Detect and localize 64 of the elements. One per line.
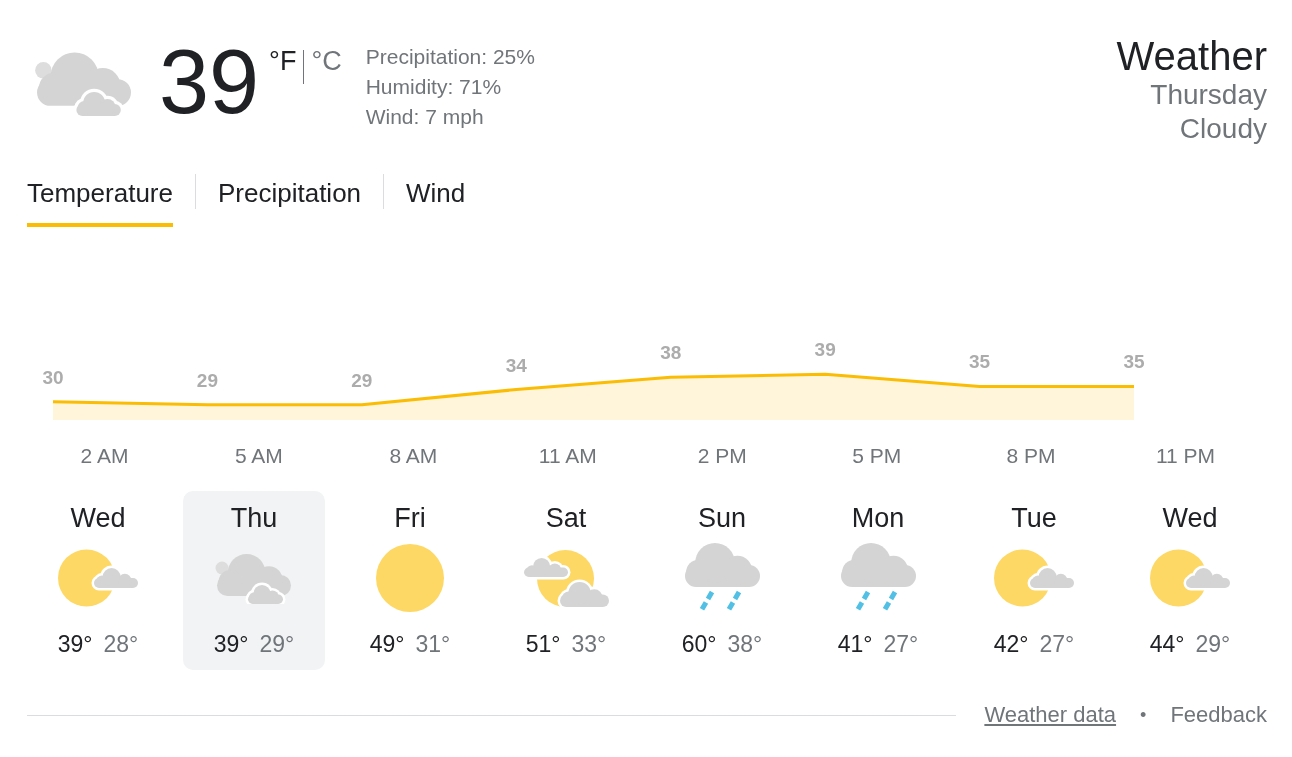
low-temperature: 28° xyxy=(103,630,139,658)
time-label: 2 PM xyxy=(697,443,747,467)
footer-link[interactable]: Feedback xyxy=(1170,700,1267,730)
time-label: 11 PM xyxy=(1155,443,1216,467)
day-name: Wed xyxy=(1162,502,1218,534)
day-label: Thursday xyxy=(1150,78,1267,112)
footer-link[interactable]: Weather data xyxy=(984,700,1117,730)
value-label: 38 xyxy=(660,342,682,364)
current-temperature: 39 xyxy=(159,37,260,127)
widget-title: Weather xyxy=(1116,34,1267,78)
high-temperature: 60° xyxy=(681,630,717,658)
high-temperature: 44° xyxy=(1149,630,1185,658)
high-temperature: 39° xyxy=(57,630,93,658)
time-label: 5 AM xyxy=(235,443,283,467)
clouds-icon xyxy=(214,552,294,604)
sun-clouds-icon xyxy=(523,549,609,607)
high-temperature: 42° xyxy=(993,630,1029,658)
tab[interactable]: Wind xyxy=(406,178,466,227)
weather-detail: Humidity: 71% xyxy=(365,74,503,100)
day-name: Tue xyxy=(1011,502,1057,534)
low-temperature: 38° xyxy=(727,630,763,658)
sun-cloud-icon xyxy=(1150,549,1230,607)
condition-label: Cloudy xyxy=(1179,112,1267,146)
sun-cloud-icon xyxy=(58,549,138,607)
day-name: Thu xyxy=(230,502,278,534)
time-label: 2 AM xyxy=(80,443,129,467)
day-name: Wed xyxy=(70,502,126,534)
weather-detail: Precipitation: 25% xyxy=(365,44,535,70)
value-label: 34 xyxy=(505,354,527,376)
day-card[interactable]: Thu 39° 29° xyxy=(183,491,325,670)
high-temperature: 41° xyxy=(837,630,873,658)
high-temperature: 51° xyxy=(525,630,561,658)
day-name: Sun xyxy=(697,502,746,534)
rain-cloud-icon xyxy=(684,543,760,613)
time-label: 11 AM xyxy=(538,443,597,467)
time-label: 8 PM xyxy=(1006,443,1056,467)
sun-cloud-icon xyxy=(994,549,1074,607)
unit-toggle[interactable]: °C xyxy=(311,48,342,75)
low-temperature: 29° xyxy=(259,630,295,658)
low-temperature: 27° xyxy=(883,630,919,658)
time-label: 5 PM xyxy=(852,443,902,467)
unit-toggle[interactable]: °F xyxy=(269,48,297,75)
time-label: 8 AM xyxy=(389,443,438,467)
low-temperature: 27° xyxy=(1039,630,1075,658)
bullet-separator: • xyxy=(1140,704,1147,727)
day-name: Sat xyxy=(545,502,587,534)
high-temperature: 39° xyxy=(213,630,249,658)
value-label: 35 xyxy=(969,351,991,373)
value-label: 30 xyxy=(42,366,64,388)
low-temperature: 31° xyxy=(415,630,451,658)
weather-detail: Wind: 7 mph xyxy=(365,104,485,130)
rain-cloud-icon xyxy=(840,543,916,613)
sun-icon xyxy=(376,544,444,612)
value-label: 35 xyxy=(1123,351,1145,373)
day-name: Mon xyxy=(851,502,905,534)
tab[interactable]: Temperature xyxy=(27,178,173,227)
day-name: Fri xyxy=(394,502,426,534)
high-temperature: 49° xyxy=(369,630,405,658)
tab[interactable]: Precipitation xyxy=(217,178,362,227)
low-temperature: 29° xyxy=(1195,630,1231,658)
value-label: 39 xyxy=(814,339,836,361)
value-label: 29 xyxy=(196,369,218,391)
value-label: 29 xyxy=(351,369,373,391)
low-temperature: 33° xyxy=(571,630,607,658)
